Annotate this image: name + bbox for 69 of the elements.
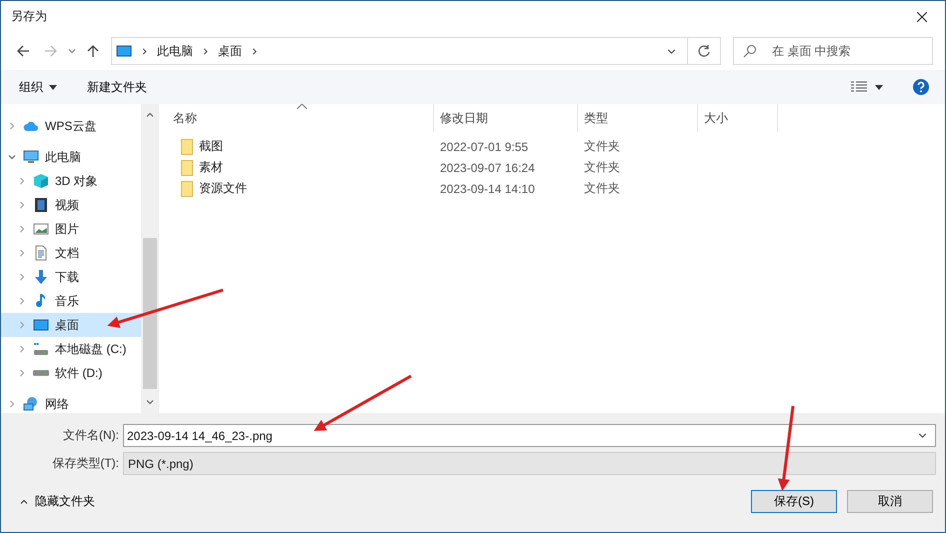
picture-icon — [33, 221, 49, 237]
field-label: 保存类型(T): — [51, 455, 120, 472]
type-cell: 文件夹 — [584, 159, 620, 176]
new-folder-button[interactable]: 新建文件夹 — [79, 74, 155, 100]
chevron-right-icon[interactable] — [201, 46, 210, 56]
chevron-down-icon[interactable] — [144, 397, 154, 407]
breadcrumb-item[interactable]: 桌面 — [218, 42, 242, 60]
search-icon — [743, 44, 757, 58]
back-arrow-icon[interactable] — [16, 44, 30, 58]
document-icon — [33, 245, 49, 261]
tree-item[interactable]: 音乐 — [1, 289, 141, 313]
up-arrow-icon[interactable] — [86, 44, 100, 58]
file-name[interactable]: 截图 — [199, 138, 223, 155]
filename-field[interactable]: 2023-09-14 14_46_23-.png — [123, 424, 936, 447]
tree-item[interactable]: 本地磁盘 (C:) — [1, 337, 141, 361]
tree-item[interactable]: 视频 — [1, 193, 141, 217]
tree-item[interactable]: 桌面 — [1, 313, 141, 337]
column-header[interactable]: 类型 — [578, 104, 698, 132]
column-header[interactable]: 大小 — [698, 104, 778, 132]
tree-item[interactable]: 文档 — [1, 241, 141, 265]
tree-item[interactable]: 下载 — [1, 265, 141, 289]
caret-icon — [49, 84, 57, 90]
column-header[interactable]: 名称 — [159, 104, 434, 132]
tree-item[interactable]: 3D 对象 — [1, 169, 141, 193]
drive-icon — [33, 370, 49, 376]
help-icon[interactable] — [913, 79, 929, 95]
close-icon[interactable] — [917, 12, 927, 22]
details-view-icon — [851, 81, 867, 93]
refresh-icon — [697, 44, 711, 58]
tree-item[interactable]: 网络 — [1, 392, 141, 416]
folder-icon — [181, 160, 193, 176]
folder-icon — [181, 138, 193, 154]
file-name[interactable]: 资源文件 — [199, 180, 247, 197]
date-cell: 2023-09-14 14:10 — [440, 182, 535, 196]
tree-item[interactable]: 图片 — [1, 217, 141, 241]
tree-item[interactable]: WPS云盘 — [1, 114, 141, 138]
field-label: 文件名(N): — [62, 427, 120, 444]
file-type-dropdown[interactable]: PNG (*.png) — [123, 452, 936, 475]
date-cell: 2023-09-07 16:24 — [440, 160, 535, 174]
address-bar[interactable]: 此电脑 桌面 — [111, 37, 721, 65]
film-icon — [33, 197, 49, 213]
hide-folders-button[interactable]: 隐藏文件夹 — [13, 492, 101, 511]
tree-item[interactable]: 此电脑 — [1, 145, 141, 169]
folder-icon — [181, 180, 193, 196]
organize-button[interactable]: 组织 — [11, 74, 65, 100]
chevron-right-icon[interactable] — [250, 46, 259, 56]
cube-icon — [33, 173, 49, 189]
tree-item[interactable]: 软件 (D:) — [1, 361, 141, 385]
chevron-down-icon[interactable] — [67, 46, 77, 56]
desktop-icon — [33, 317, 49, 333]
monitor-icon — [23, 149, 39, 165]
drive-icon — [33, 341, 49, 357]
chevron-down-icon[interactable] — [7, 152, 17, 162]
breadcrumb-item[interactable]: 此电脑 — [157, 42, 193, 60]
caret-icon — [875, 84, 883, 90]
search-field[interactable]: 在 桌面 中搜索 — [733, 37, 933, 65]
scrollbar[interactable] — [141, 104, 158, 413]
desktop-icon — [116, 43, 132, 59]
down-arrow-icon — [33, 269, 49, 285]
file-name[interactable]: 素材 — [199, 159, 223, 176]
column-header[interactable]: 修改日期 — [434, 104, 578, 132]
network-icon — [23, 396, 39, 412]
save-button[interactable]: 保存(S) — [751, 490, 837, 513]
chevron-right-icon[interactable] — [140, 46, 149, 56]
date-cell: 2022-07-01 9:55 — [440, 140, 528, 154]
type-cell: 文件夹 — [584, 138, 620, 155]
type-cell: 文件夹 — [584, 180, 620, 197]
window-title: 另存为 — [11, 8, 47, 25]
cancel-button[interactable]: 取消 — [847, 490, 933, 513]
